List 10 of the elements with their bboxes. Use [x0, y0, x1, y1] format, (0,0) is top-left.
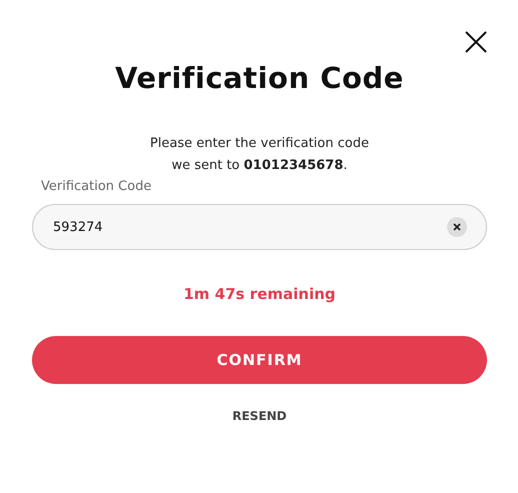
close-icon — [464, 30, 488, 54]
instruction-text: Please enter the verification code we sent to 01012345678. — [149, 135, 370, 175]
resend-link[interactable]: RESEND — [232, 407, 287, 425]
confirm-button[interactable]: CONFIRM — [32, 336, 487, 384]
field-label: Verification Code — [41, 178, 152, 196]
code-field[interactable]: 593274 — [32, 204, 487, 250]
dialog-title: Verification Code — [114, 60, 405, 97]
close-icon — [453, 223, 461, 231]
countdown-text: 1m 47s remaining — [183, 284, 336, 305]
close-button[interactable] — [464, 30, 488, 54]
